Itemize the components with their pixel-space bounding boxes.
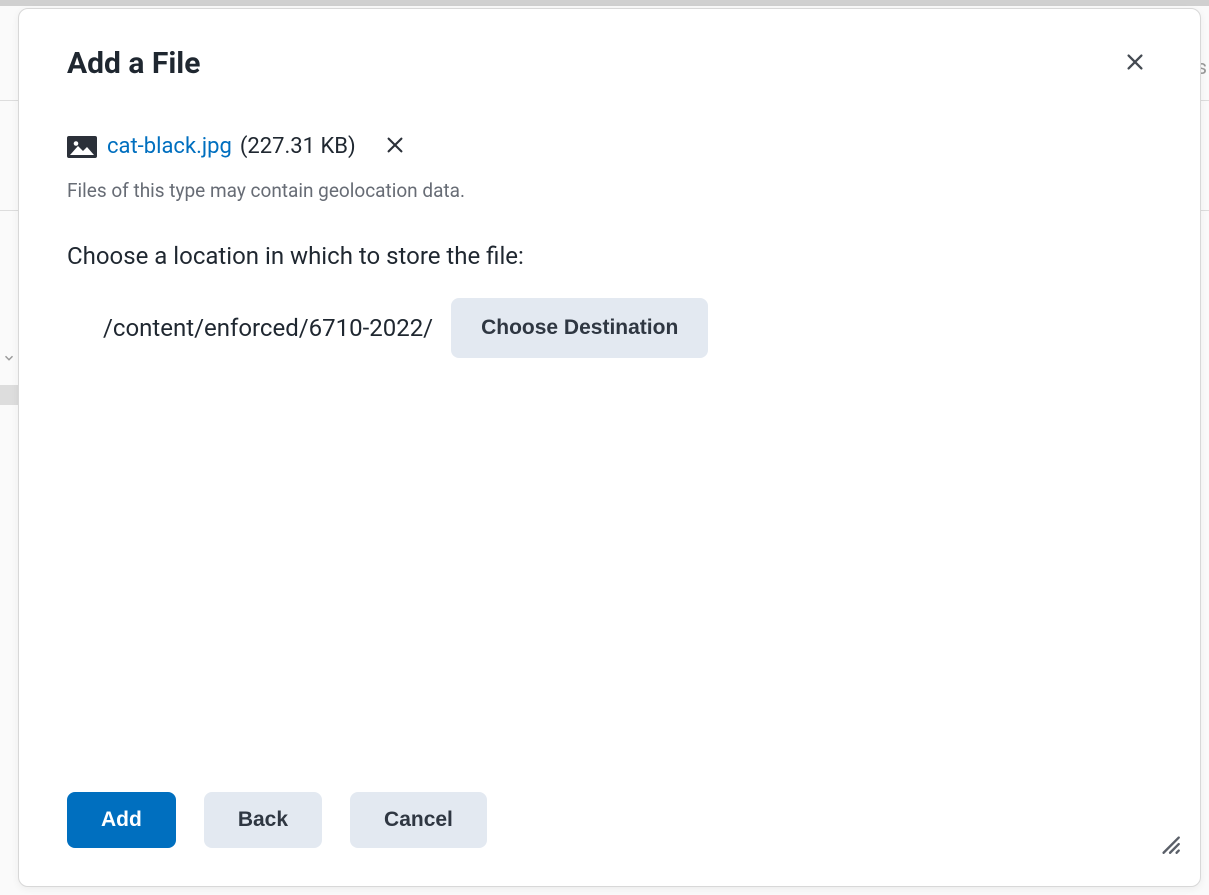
location-path: /content/enforced/6710-2022/	[103, 314, 433, 342]
resize-icon	[1156, 841, 1182, 860]
chevron-down-icon	[2, 350, 16, 369]
background-topbar	[0, 0, 1209, 6]
resize-handle[interactable]	[1156, 830, 1182, 860]
dialog-title: Add a File	[67, 46, 200, 81]
cancel-button[interactable]: Cancel	[350, 792, 487, 848]
close-icon	[1124, 51, 1146, 76]
remove-icon	[384, 134, 406, 159]
dialog-footer: Add Back Cancel	[19, 774, 1200, 886]
dialog-body: cat-black.jpg (227.31 KB) Files of this …	[19, 94, 1200, 774]
choose-destination-button[interactable]: Choose Destination	[451, 298, 708, 358]
choose-location-label: Choose a location in which to store the …	[67, 242, 1152, 270]
add-file-dialog: Add a File cat-black.jpg (227.31 KB)	[18, 8, 1201, 887]
background-edge	[0, 385, 20, 405]
add-button[interactable]: Add	[67, 792, 176, 848]
back-button[interactable]: Back	[204, 792, 322, 848]
file-size: (227.31 KB)	[240, 134, 356, 159]
remove-file-button[interactable]	[380, 130, 410, 163]
location-row: /content/enforced/6710-2022/ Choose Dest…	[67, 298, 1152, 358]
file-name-link[interactable]: cat-black.jpg	[107, 134, 232, 159]
image-icon	[67, 136, 97, 158]
geolocation-warning: Files of this type may contain geolocati…	[67, 179, 1152, 202]
uploaded-file-row: cat-black.jpg (227.31 KB)	[67, 130, 1152, 163]
close-dialog-button[interactable]	[1118, 45, 1152, 82]
dialog-header: Add a File	[19, 9, 1200, 94]
